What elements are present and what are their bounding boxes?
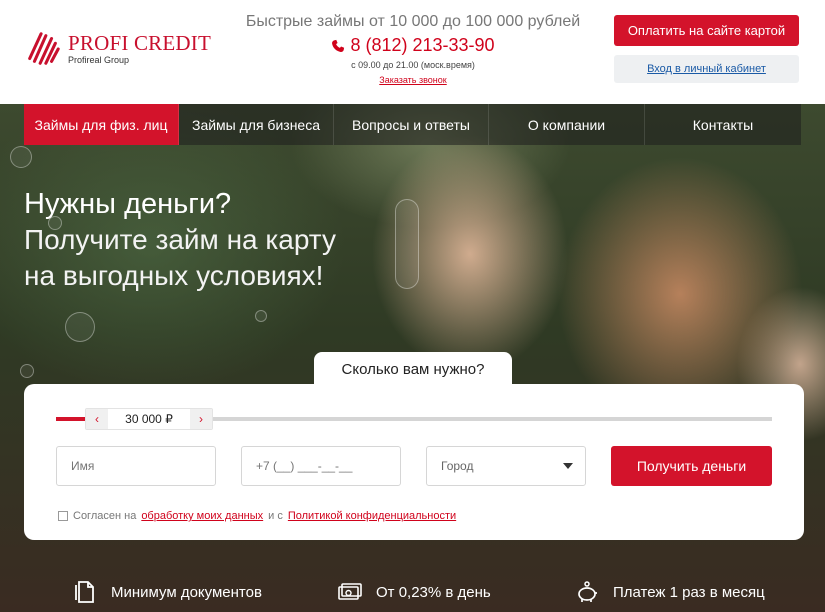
header-contact-block: Быстрые займы от 10 000 до 100 000 рубле… (232, 13, 594, 88)
phone-icon (332, 39, 345, 52)
hero-heading: Нужны деньги? Получите займ на карту на … (24, 186, 336, 294)
feature-item: От 0,23% в день (338, 580, 491, 604)
pay-by-card-button[interactable]: Оплатить на сайте картой (614, 15, 799, 46)
logo-subtitle: Profireal Group (68, 55, 130, 65)
tagline: Быстрые займы от 10 000 до 100 000 рубле… (245, 13, 581, 30)
consent-checkbox[interactable] (58, 511, 68, 521)
name-input[interactable] (71, 459, 215, 473)
hero-subtitle-line1: Получите займ на карту (24, 224, 336, 255)
cash-icon (338, 583, 362, 600)
feature-item: Минимум документов (73, 580, 262, 604)
phone-text: 8 (812) 213-33-90 (350, 35, 495, 55)
document-icon (75, 581, 94, 603)
main-navigation: Займы для физ. лиц Займы для бизнеса Воп… (24, 104, 801, 145)
nav-item-business-loans[interactable]: Займы для бизнеса (179, 104, 334, 145)
phone-field[interactable] (241, 446, 401, 486)
loan-calculator: ‹ 30 000 ₽ › Город Получить деньги Согла… (24, 384, 804, 540)
hero-subtitle-line2: на выгодных условиях! (24, 260, 324, 291)
consent-prefix: Согласен на (73, 510, 137, 522)
logo-name: PROFI CREDIT (68, 31, 212, 55)
calculator-tab: Сколько вам нужно? (314, 352, 512, 386)
increase-amount-button[interactable]: › (190, 409, 212, 429)
privacy-policy-link[interactable]: Политикой конфиденциальности (288, 510, 456, 522)
nav-item-personal-loans[interactable]: Займы для физ. лиц (24, 104, 179, 145)
bubble-decoration (65, 312, 95, 342)
bubble-decoration (395, 199, 419, 289)
chevron-right-icon: › (199, 412, 203, 426)
personal-cabinet-button[interactable]: Вход в личный кабинет (614, 55, 799, 83)
working-hours: с 09.00 до 21.00 (моск.время) (351, 60, 475, 70)
feature-label: Платеж 1 раз в месяц (613, 583, 765, 601)
nav-item-faq[interactable]: Вопросы и ответы (334, 104, 489, 145)
get-money-button[interactable]: Получить деньги (611, 446, 772, 486)
hero-section: Займы для физ. лиц Займы для бизнеса Воп… (0, 104, 825, 612)
bubble-decoration (10, 146, 32, 168)
amount-value: 30 000 ₽ (125, 412, 173, 426)
city-select-value: Город (441, 459, 474, 473)
site-header: PROFI CREDIT Profireal Group Быстрые зай… (0, 0, 825, 104)
bubble-decoration (20, 364, 34, 378)
feature-item: Платеж 1 раз в месяц (575, 580, 765, 604)
data-processing-link[interactable]: обработку моих данных (141, 510, 263, 522)
nav-item-contacts[interactable]: Контакты (645, 104, 801, 145)
features-strip: Минимум документов От 0,23% в день Плате… (0, 570, 825, 612)
phone-number[interactable]: 8 (812) 213-33-90 (232, 35, 594, 56)
callback-link[interactable]: Заказать звонок (379, 75, 446, 85)
bubble-decoration (255, 310, 267, 322)
feature-label: От 0,23% в день (376, 583, 491, 601)
city-select[interactable]: Город (426, 446, 586, 486)
hero-title: Нужны деньги? (24, 188, 232, 220)
consent-row: Согласен на обработку моих данных и с По… (58, 510, 456, 522)
nav-item-about[interactable]: О компании (489, 104, 645, 145)
chevron-left-icon: ‹ (95, 412, 99, 426)
amount-slider-handle[interactable]: ‹ 30 000 ₽ › (85, 408, 213, 430)
name-field[interactable] (56, 446, 216, 486)
chevron-down-icon (563, 463, 573, 469)
feature-label: Минимум документов (111, 583, 262, 601)
logo-mark-icon (25, 31, 61, 67)
logo[interactable]: PROFI CREDIT Profireal Group (24, 30, 211, 68)
phone-input[interactable] (256, 459, 400, 473)
piggy-bank-icon (578, 581, 597, 602)
decrease-amount-button[interactable]: ‹ (86, 409, 108, 429)
consent-middle: и с (268, 510, 283, 522)
